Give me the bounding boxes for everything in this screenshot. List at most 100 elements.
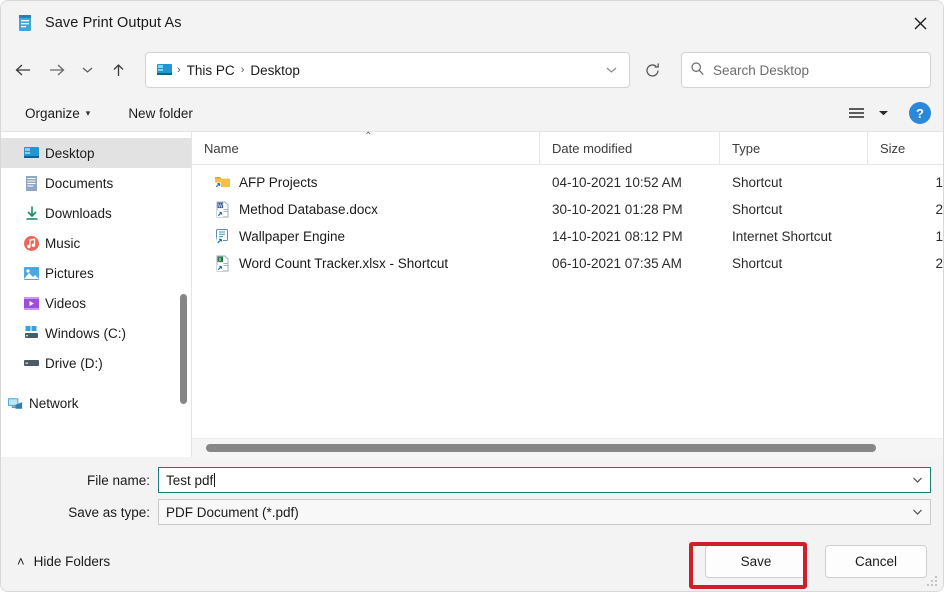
file-name-label: Wallpaper Engine — [239, 229, 346, 244]
new-folder-button[interactable]: New folder — [120, 102, 201, 125]
organize-button[interactable]: Organize ▾ — [17, 102, 98, 125]
save-print-output-dialog: Save Print Output As › This PC › Desktop… — [0, 0, 944, 592]
chevron-down-icon: ▾ — [85, 107, 91, 118]
sidebar-item-videos[interactable]: Videos — [1, 288, 191, 318]
search-input[interactable]: Search Desktop — [680, 52, 931, 88]
file-date-cell: 14-10-2021 08:12 PM — [552, 229, 683, 244]
desktop-icon — [23, 145, 40, 162]
sidebar-label: Documents — [45, 175, 114, 191]
column-header-row: ⌃ Name Date modified Type Size — [192, 131, 943, 165]
back-icon[interactable] — [7, 53, 40, 87]
file-type-cell: Shortcut — [732, 202, 783, 217]
sidebar-label: Drive (D:) — [45, 355, 103, 371]
folder-shortcut-icon — [214, 174, 231, 191]
dialog-footer: ˄ Hide Folders Save Cancel — [1, 531, 943, 591]
up-icon[interactable] — [102, 53, 135, 87]
navigation-bar: › This PC › Desktop Search Desktop — [1, 45, 943, 95]
view-options-chevron-down-icon[interactable] — [873, 100, 893, 126]
sidebar-item-pictures[interactable]: Pictures — [1, 258, 191, 288]
address-chevron-down-icon[interactable] — [597, 55, 625, 85]
music-icon — [23, 235, 40, 252]
organize-label: Organize — [25, 105, 80, 121]
file-size-cell: 1 — [935, 175, 943, 190]
sidebar-label: Desktop — [45, 145, 95, 161]
table-row[interactable]: AFP Projects 04-10-2021 10:52 AM Shortcu… — [192, 169, 943, 196]
this-pc-icon — [156, 62, 174, 78]
table-row[interactable]: X Word Count Tracker.xlsx - Shortcut 06-… — [192, 250, 943, 277]
file-name-input[interactable]: Test pdf — [158, 467, 931, 493]
file-type-cell: Internet Shortcut — [732, 229, 832, 244]
sidebar-item-documents[interactable]: Documents — [1, 168, 191, 198]
new-folder-label: New folder — [128, 105, 193, 121]
file-date-cell: 04-10-2021 10:52 AM — [552, 175, 682, 190]
file-type-cell: Shortcut — [732, 175, 783, 190]
file-size-cell: 2 — [935, 256, 943, 271]
file-name-cell: X Word Count Tracker.xlsx - Shortcut — [192, 255, 540, 272]
column-header-type[interactable]: Type — [720, 132, 868, 164]
file-name-label: Word Count Tracker.xlsx - Shortcut — [239, 256, 449, 271]
toolbar-right-group: ? — [841, 100, 931, 126]
file-name-chevron-down-icon[interactable] — [904, 468, 930, 492]
address-bar[interactable]: › This PC › Desktop — [145, 52, 630, 88]
recent-locations-chevron-down-icon[interactable] — [73, 53, 102, 87]
file-date-cell: 06-10-2021 07:35 AM — [552, 256, 682, 271]
sidebar-label: Downloads — [45, 205, 112, 221]
save-as-type-row: Save as type: PDF Document (*.pdf) — [1, 499, 931, 525]
sidebar-item-desktop[interactable]: Desktop — [1, 138, 191, 168]
pictures-icon — [23, 265, 40, 282]
sidebar-item-downloads[interactable]: Downloads — [1, 198, 191, 228]
sidebar-item-drive-d[interactable]: Drive (D:) — [1, 348, 191, 378]
list-view-icon[interactable] — [841, 100, 871, 126]
close-icon[interactable] — [897, 1, 943, 45]
save-as-type-chevron-down-icon[interactable] — [904, 500, 930, 524]
file-name-cell: Wallpaper Engine — [192, 228, 540, 245]
sidebar-item-music[interactable]: Music — [1, 228, 191, 258]
hide-folders-label: Hide Folders — [33, 553, 111, 569]
dialog-body: Desktop Documents Downloads Music Pictur… — [1, 131, 943, 457]
forward-icon[interactable] — [40, 53, 73, 87]
file-name-label: File name: — [86, 472, 150, 488]
cancel-button[interactable]: Cancel — [825, 544, 927, 578]
save-as-type-label: Save as type: — [68, 504, 150, 520]
file-date-cell: 30-10-2021 01:28 PM — [552, 202, 683, 217]
hide-folders-button[interactable]: ˄ Hide Folders — [17, 554, 110, 569]
drive-icon — [23, 355, 40, 372]
sidebar-label: Windows (C:) — [45, 325, 127, 341]
file-list-pane: ⌃ Name Date modified Type Size AFP Proje… — [191, 131, 943, 457]
sidebar-item-network[interactable]: Network — [1, 388, 191, 418]
resize-grip[interactable] — [927, 576, 939, 588]
table-row[interactable]: Wallpaper Engine 14-10-2021 08:12 PM Int… — [192, 223, 943, 250]
column-header-size[interactable]: Size — [868, 132, 943, 164]
title-bar: Save Print Output As — [1, 1, 943, 45]
videos-icon — [23, 295, 40, 312]
help-button[interactable]: ? — [909, 102, 931, 124]
command-toolbar: Organize ▾ New folder ? — [1, 95, 943, 131]
documents-icon — [23, 175, 40, 192]
sidebar-item-windows-c[interactable]: Windows (C:) — [1, 318, 191, 348]
column-header-date-modified[interactable]: Date modified — [540, 132, 720, 164]
save-as-type-select[interactable]: PDF Document (*.pdf) — [158, 499, 931, 525]
excel-shortcut-icon: X — [214, 255, 231, 272]
horizontal-scrollbar-thumb[interactable] — [206, 444, 876, 452]
file-type-cell: Shortcut — [732, 256, 783, 271]
file-name-cell: W Method Database.docx — [192, 201, 540, 218]
file-name-label: Method Database.docx — [239, 202, 378, 217]
table-row[interactable]: W Method Database.docx 30-10-2021 01:28 … — [192, 196, 943, 223]
horizontal-scrollbar[interactable] — [192, 438, 943, 457]
refresh-icon[interactable] — [636, 53, 669, 87]
sidebar-label: Pictures — [45, 265, 94, 281]
navigation-sidebar: Desktop Documents Downloads Music Pictur… — [1, 132, 191, 457]
save-as-type-value: PDF Document (*.pdf) — [166, 504, 299, 520]
breadcrumb-this-pc[interactable]: This PC — [182, 63, 240, 78]
search-placeholder: Search Desktop — [712, 62, 810, 78]
file-name-label: AFP Projects — [239, 175, 318, 190]
text-cursor — [214, 472, 216, 487]
sidebar-scrollbar-thumb[interactable] — [180, 294, 187, 404]
file-name-cell: AFP Projects — [192, 174, 540, 191]
file-name-row: File name: Test pdf — [1, 467, 931, 493]
sidebar-label: Videos — [45, 295, 87, 311]
save-button[interactable]: Save — [705, 544, 807, 578]
printer-document-icon — [15, 13, 35, 33]
window-title: Save Print Output As — [45, 15, 182, 31]
breadcrumb-desktop[interactable]: Desktop — [245, 63, 305, 78]
